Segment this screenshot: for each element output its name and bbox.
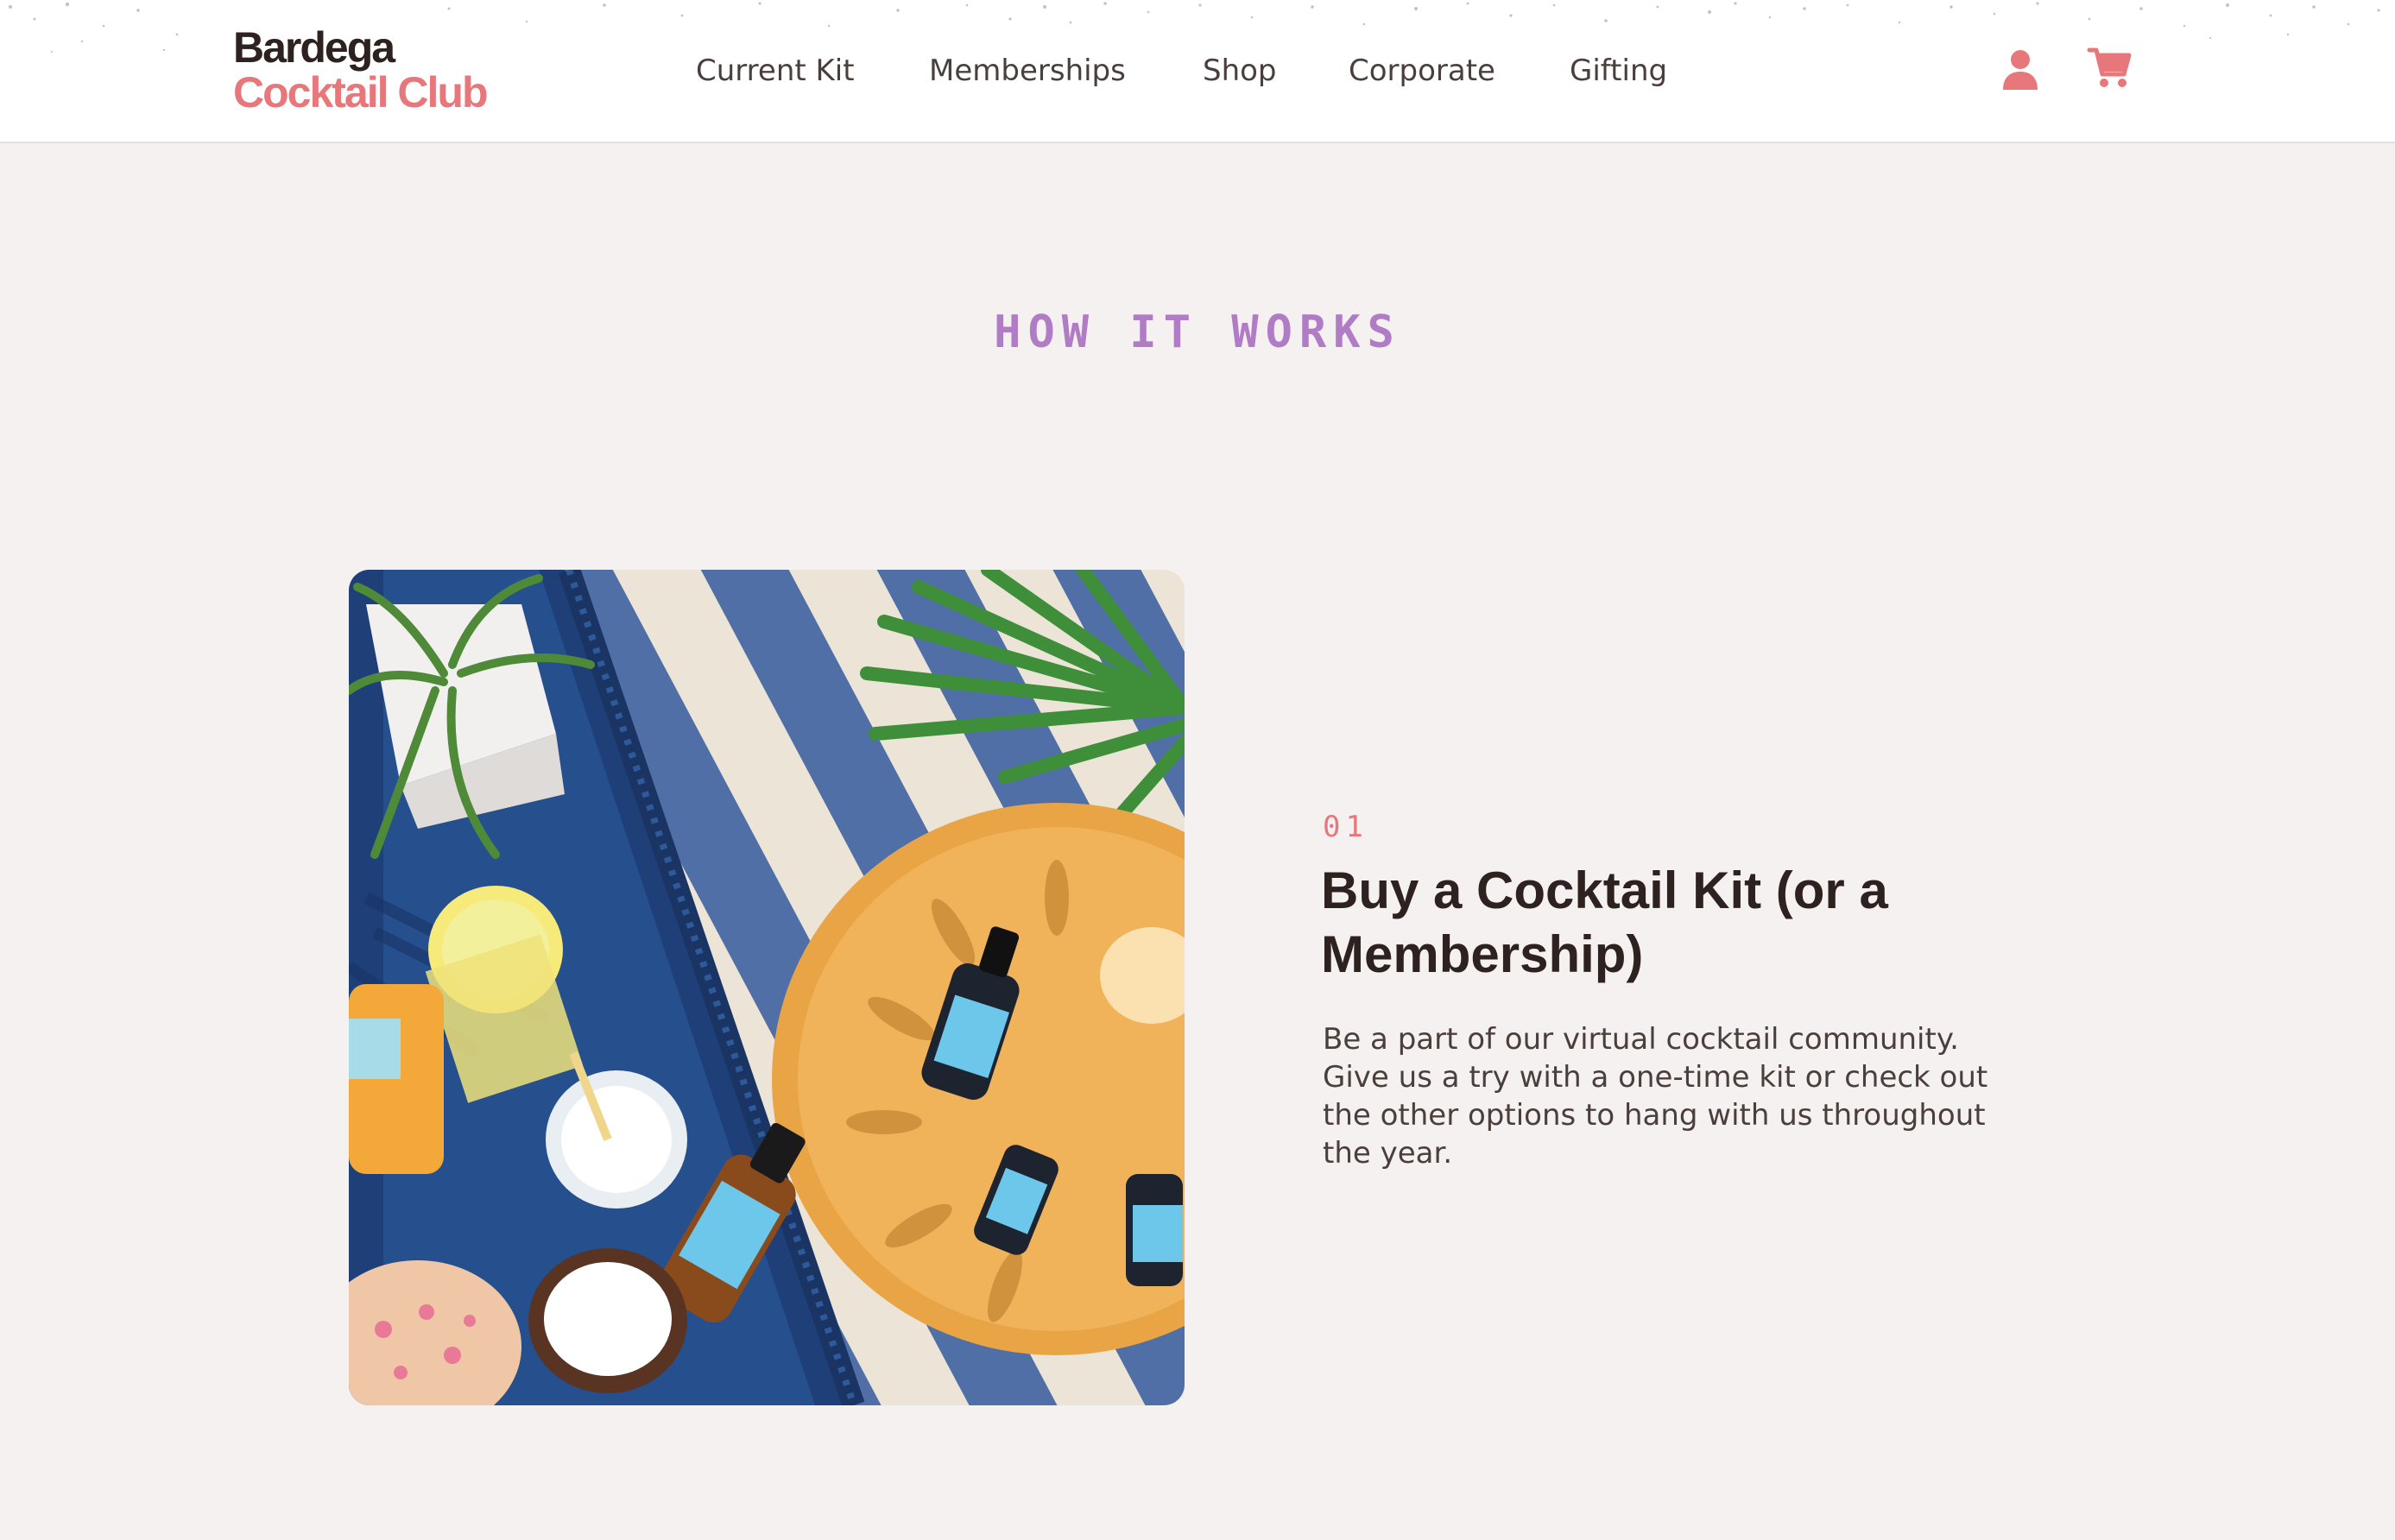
- section-title: HOW IT WORKS: [994, 306, 1401, 358]
- nav-item-memberships[interactable]: Memberships: [929, 54, 1126, 88]
- step-number: 01: [1323, 810, 1368, 844]
- logo-line-bardega: Bardega: [233, 23, 395, 72]
- nav-item-gifting[interactable]: Gifting: [1570, 54, 1667, 88]
- site-logo[interactable]: Bardega Cocktail Club: [233, 23, 488, 117]
- step-image-cocktail-kit: [349, 570, 1185, 1405]
- logo-line-cocktail-club: Cocktail Club: [233, 68, 488, 117]
- nav-item-current-kit[interactable]: Current Kit: [696, 54, 855, 88]
- step-description: Be a part of our virtual cocktail commun…: [1323, 1022, 1988, 1171]
- site-header: Bardega Cocktail Club Current Kit Member…: [0, 0, 2395, 143]
- account-icon[interactable]: [1996, 45, 2044, 93]
- nav-item-corporate[interactable]: Corporate: [1349, 54, 1495, 88]
- nav-item-shop[interactable]: Shop: [1203, 54, 1277, 88]
- cart-icon[interactable]: [2086, 43, 2134, 92]
- step-heading: Buy a Cocktail Kit (or a Membership): [1321, 862, 1888, 983]
